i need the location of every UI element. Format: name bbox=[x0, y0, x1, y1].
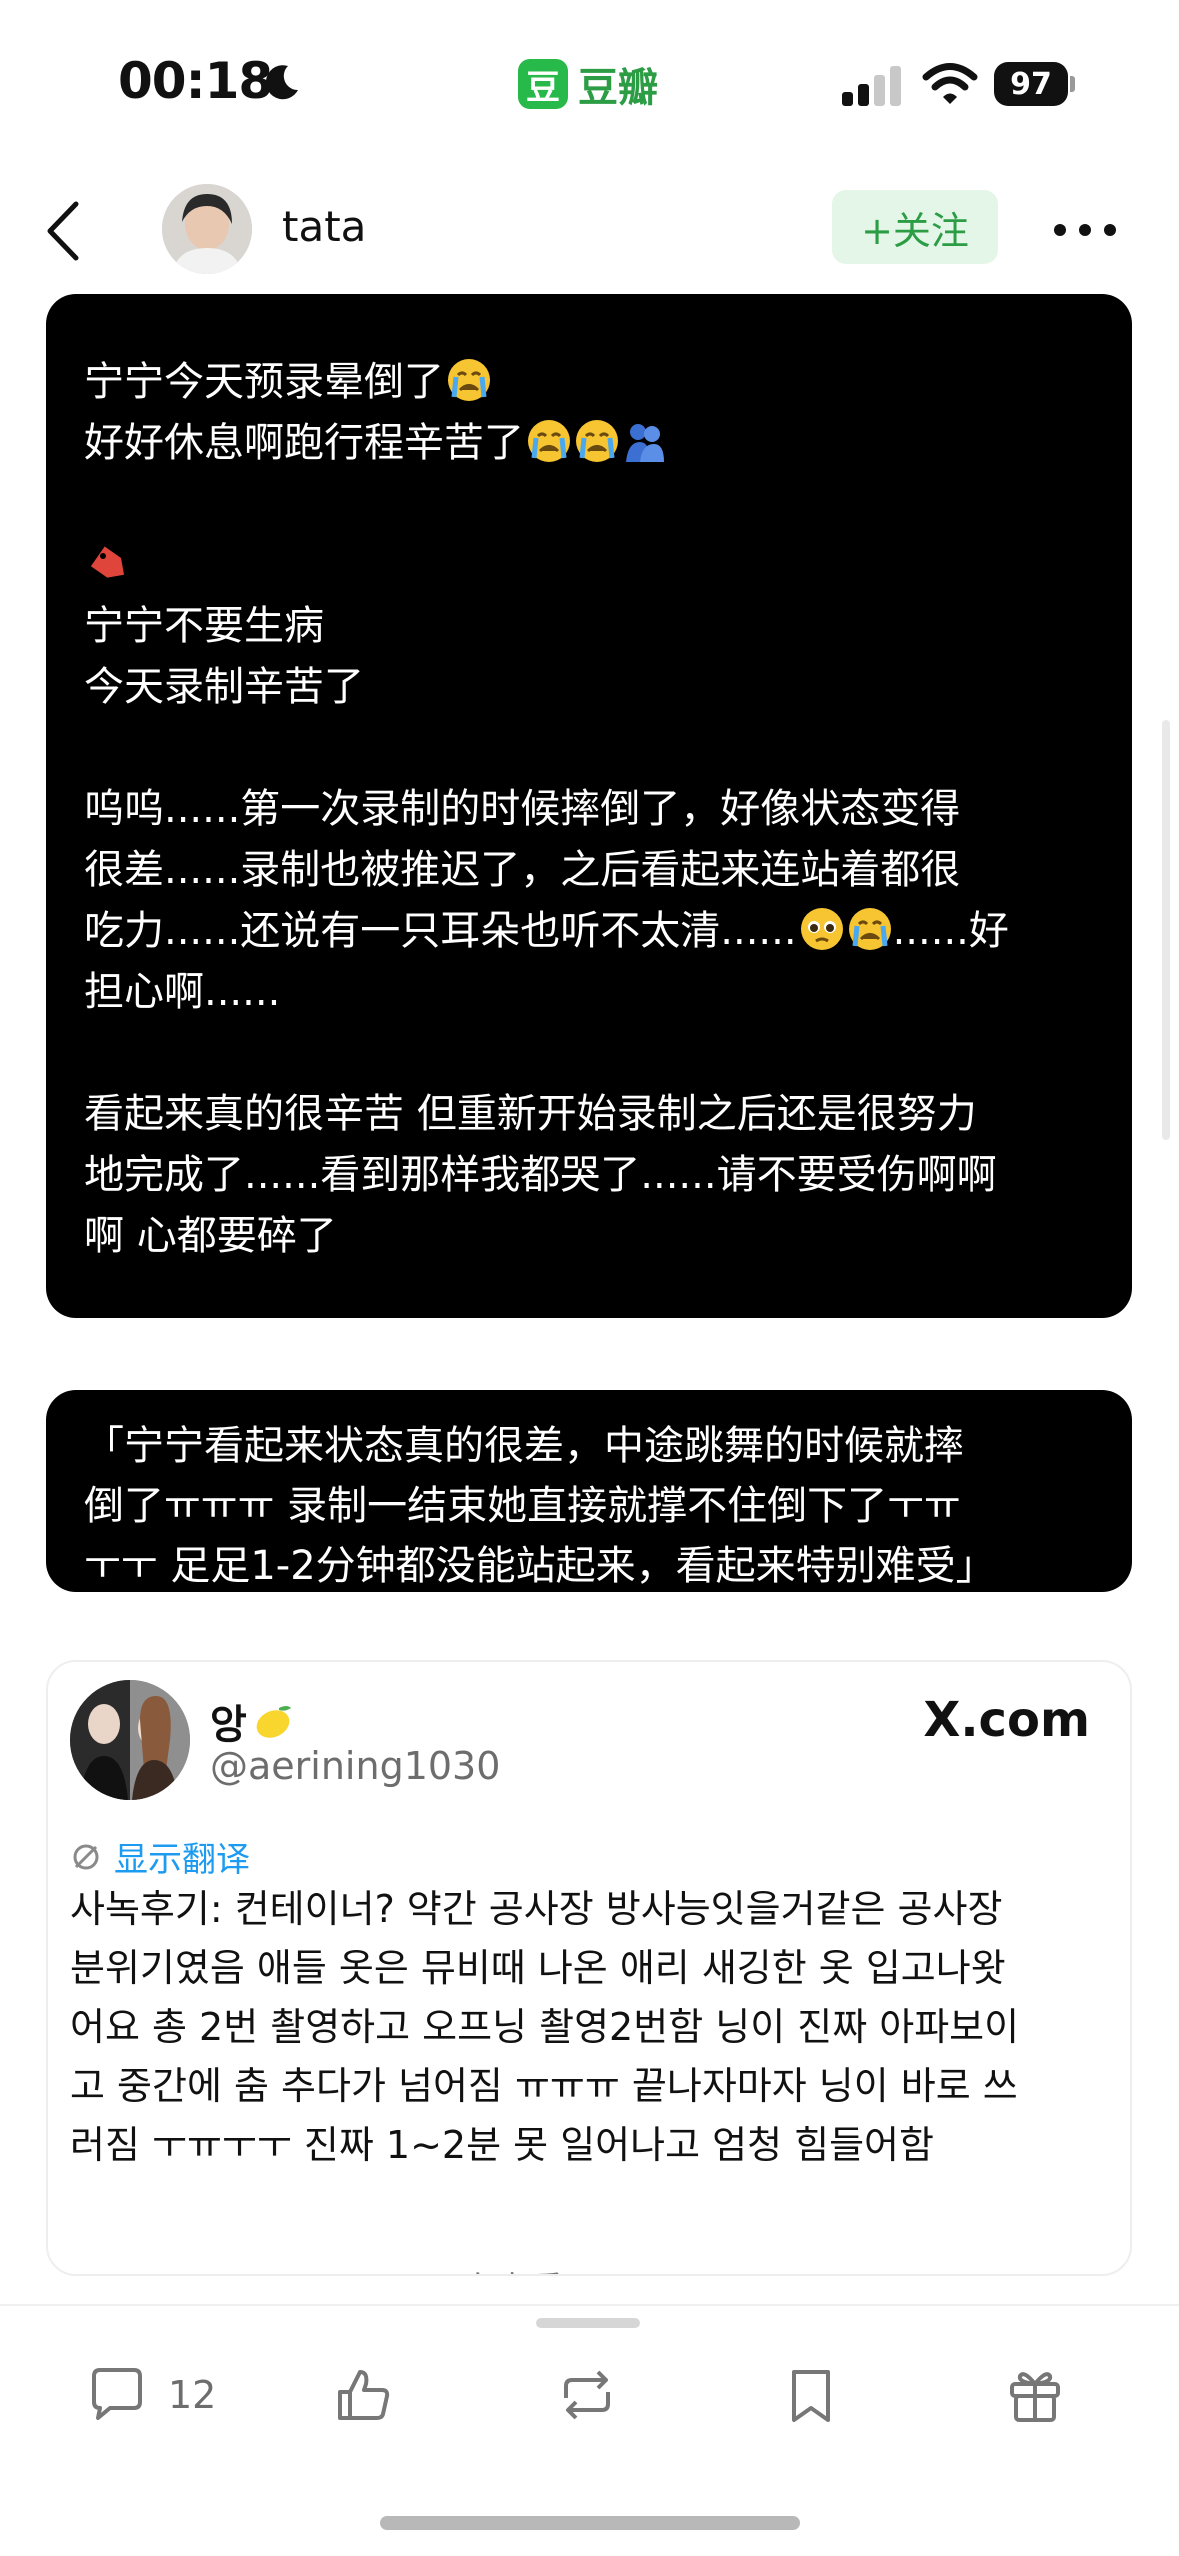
drag-handle[interactable] bbox=[536, 2318, 640, 2328]
post-header: tata +关注 bbox=[0, 170, 1179, 290]
note-line: 今天录制辛苦了 bbox=[84, 664, 364, 710]
note-line bbox=[84, 535, 1094, 596]
back-arrow-icon[interactable] bbox=[40, 196, 90, 266]
note-line: 宁宁不要生病 bbox=[84, 603, 324, 649]
pleading-face-emoji bbox=[800, 908, 843, 950]
note-line: 很差......录制也被推迟了，之后看起来连站着都很 bbox=[84, 847, 961, 893]
scrollbar[interactable] bbox=[1162, 720, 1170, 1140]
signal-icon bbox=[842, 66, 901, 106]
crying-face-emoji bbox=[848, 908, 891, 950]
gift-button[interactable] bbox=[1004, 2360, 1066, 2430]
like-icon bbox=[338, 2370, 390, 2420]
repost-button[interactable] bbox=[556, 2360, 618, 2430]
more-icon[interactable] bbox=[1052, 220, 1118, 240]
note-line: 啊 心都要碎了 bbox=[84, 1213, 337, 1259]
embedded-tweet[interactable]: 앙 @aerining1030 X.com 显示翻译 사녹후기: 컨테이너? 약… bbox=[46, 1660, 1132, 2276]
app-name: 豆瓣 bbox=[578, 65, 658, 111]
note-line: 担心啊...... bbox=[84, 969, 281, 1015]
quote-card: 「宁宁看起来状态真的很差，中途跳舞的时候就摔 倒了ㅠㅠㅠ 录制一结束她直接就撑不… bbox=[46, 1390, 1132, 1592]
moon-icon bbox=[265, 65, 298, 100]
crying-face-emoji bbox=[528, 420, 570, 462]
home-indicator[interactable] bbox=[380, 2516, 800, 2530]
crying-face-emoji bbox=[576, 420, 618, 462]
follow-button[interactable]: +关注 bbox=[832, 190, 998, 264]
quote-line: 倒了ㅠㅠㅠ 录制一结束她直接就撑不住倒下了ㅜㅠ bbox=[84, 1483, 961, 1529]
translate-icon bbox=[73, 1844, 99, 1869]
bottom-divider bbox=[0, 2304, 1179, 2306]
tweet-avatar bbox=[70, 1680, 190, 1800]
quote-line: ㅜㅜ 足足1-2分钟都没能站起来，看起来特别难受」 bbox=[84, 1543, 996, 1589]
tweet-line: 분위기였음 애들 옷은 뮤비때 나온 애리 새깅한 옷 입고나왓 bbox=[70, 1946, 1006, 1990]
battery-icon: 97 bbox=[994, 62, 1075, 106]
battery-level: 97 bbox=[994, 62, 1068, 106]
tweet-line: 사녹후기: 컨테이너? 약간 공사장 방사능잇을거같은 공사장 bbox=[70, 1887, 1003, 1931]
translate-label[interactable]: 显示翻译 bbox=[114, 1832, 250, 1881]
app-indicator: 豆 豆瓣 bbox=[518, 56, 658, 112]
wifi-icon bbox=[922, 63, 978, 104]
tweet-line: 고 중간에 춤 추다가 넘어짐 ㅠㅠㅠ 끝나자마자 닝이 바로 쓰 bbox=[70, 2064, 1018, 2108]
quote-line: 「宁宁看起来状态真的很差，中途跳舞的时候就摔 bbox=[84, 1423, 964, 1469]
hugging-people-emoji bbox=[626, 424, 664, 462]
lemon-emoji bbox=[256, 1706, 291, 1738]
tweet-line: 러짐 ㅜㅠㅜㅜ 진짜 1~2분 못 일어나고 엄청 힘들어함 bbox=[70, 2123, 934, 2167]
comment-button[interactable]: 12 bbox=[86, 2360, 216, 2430]
status-time: 00:18 bbox=[118, 52, 273, 110]
comment-icon bbox=[92, 2368, 142, 2420]
bookmark-icon bbox=[792, 2370, 830, 2422]
note-line: 好好休息啊跑行程辛苦了 bbox=[84, 413, 1094, 474]
tweet-handle: @aerining1030 bbox=[210, 1744, 501, 1788]
note-line: 看起来真的很辛苦 但重新开始录制之后还是很努力 bbox=[84, 1091, 977, 1137]
note-card: 宁宁今天预录晕倒了 好好休息啊跑行程辛苦了 宁宁不要生病 今天录制辛苦了 呜呜.… bbox=[46, 294, 1132, 1318]
comment-count: 12 bbox=[168, 2373, 217, 2417]
action-bar: 12 bbox=[0, 2340, 1179, 2460]
translate-link[interactable]: 显示翻译 bbox=[70, 1832, 250, 1881]
author-avatar[interactable] bbox=[162, 184, 252, 274]
tweet-meta: 00:02 · 2023/5/14 · 44 次查看 bbox=[70, 2262, 563, 2274]
author-username[interactable]: tata bbox=[282, 202, 366, 251]
status-bar: 00:18 豆 豆瓣 97 bbox=[0, 0, 1179, 170]
tweet-source: X.com bbox=[923, 1692, 1090, 1748]
tweet-author-name: 앙 bbox=[210, 1692, 295, 1750]
repost-icon bbox=[564, 2370, 610, 2420]
note-line: 呜呜......第一次录制的时候摔倒了，好像状态变得 bbox=[84, 786, 961, 832]
crying-face-emoji bbox=[448, 359, 490, 401]
bookmark-button[interactable] bbox=[780, 2360, 842, 2430]
note-line: 吃力......还说有一只耳朵也听不太清...... ......好 bbox=[84, 908, 1009, 954]
note-line: 宁宁今天预录晕倒了 bbox=[84, 352, 1094, 413]
note-line: 地完成了......看到那样我都哭了......请不要受伤啊啊 bbox=[84, 1152, 997, 1198]
like-button[interactable] bbox=[332, 2360, 394, 2430]
tweet-text: 사녹후기: 컨테이너? 약간 공사장 방사능잇을거같은 공사장 분위기였음 애들… bbox=[70, 1880, 1120, 2175]
bookmark-emoji bbox=[90, 546, 124, 578]
tweet-line: 어요 총 2번 촬영하고 오프닝 촬영2번함 닝이 진짜 아파보이 bbox=[70, 2005, 1020, 2049]
app-logo-icon: 豆 bbox=[518, 59, 568, 109]
gift-icon bbox=[1010, 2372, 1060, 2422]
